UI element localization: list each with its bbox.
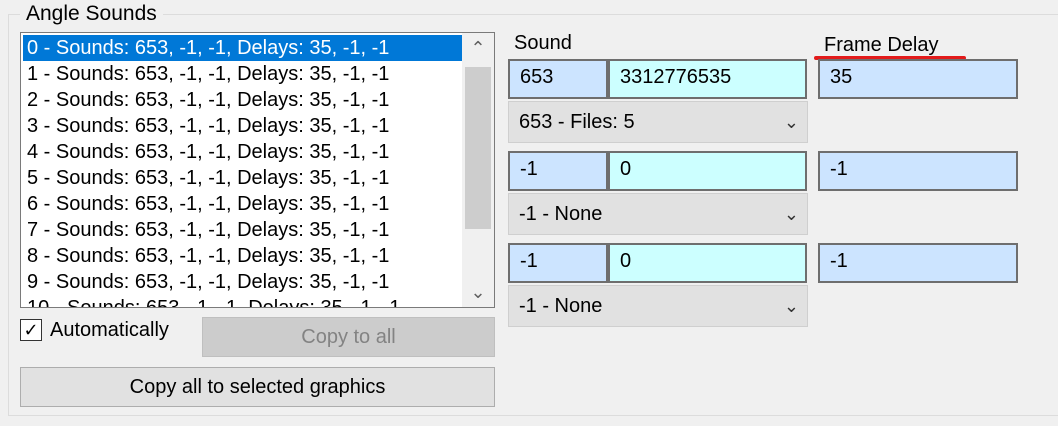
chevron-down-icon[interactable]: ⌄ xyxy=(784,286,799,326)
sound-select-1[interactable]: 653 - Files: 5 ⌄ xyxy=(508,101,808,143)
frame-delay-field-3[interactable]: -1 xyxy=(818,243,1018,283)
sound-select-3[interactable]: -1 - None ⌄ xyxy=(508,285,808,327)
automatically-label: Automatically xyxy=(50,318,169,341)
sound-select-1-value: 653 - Files: 5 xyxy=(519,111,635,133)
chevron-down-icon[interactable]: ⌄ xyxy=(462,277,494,307)
chevron-down-icon[interactable]: ⌄ xyxy=(784,194,799,234)
list-item[interactable]: 3 - Sounds: 653, -1, -1, Delays: 35, -1,… xyxy=(23,113,463,139)
copy-to-all-button[interactable]: Copy to all xyxy=(202,317,495,357)
list-item[interactable]: 5 - Sounds: 653, -1, -1, Delays: 35, -1,… xyxy=(23,165,463,191)
frame-delay-field-1[interactable]: 35 xyxy=(818,59,1018,99)
list-item[interactable]: 4 - Sounds: 653, -1, -1, Delays: 35, -1,… xyxy=(23,139,463,165)
automatically-checkbox[interactable]: ✓ xyxy=(20,319,42,341)
automatically-checkbox-row[interactable]: ✓ Automatically xyxy=(20,316,169,344)
sound-id-field-1[interactable]: 653 xyxy=(508,59,608,99)
list-item[interactable]: 1 - Sounds: 653, -1, -1, Delays: 35, -1,… xyxy=(23,61,463,87)
list-item[interactable]: 0 - Sounds: 653, -1, -1, Delays: 35, -1,… xyxy=(23,35,463,61)
scrollbar-thumb[interactable] xyxy=(465,67,491,229)
frame-delay-field-2[interactable]: -1 xyxy=(818,151,1018,191)
sound-value-field-1[interactable]: 3312776535 xyxy=(608,59,807,99)
chevron-up-icon[interactable]: ⌃ xyxy=(462,33,494,63)
copy-all-to-selected-graphics-button[interactable]: Copy all to selected graphics xyxy=(20,367,495,407)
frame-delay-header: Frame Delay xyxy=(824,34,939,56)
angle-sounds-list[interactable]: 0 - Sounds: 653, -1, -1, Delays: 35, -1,… xyxy=(20,32,495,308)
list-item[interactable]: 7 - Sounds: 653, -1, -1, Delays: 35, -1,… xyxy=(23,217,463,243)
sound-header: Sound xyxy=(514,32,572,54)
list-item[interactable]: 9 - Sounds: 653, -1, -1, Delays: 35, -1,… xyxy=(23,269,463,295)
sound-value-field-3[interactable]: 0 xyxy=(608,243,807,283)
sound-select-3-value: -1 - None xyxy=(519,295,603,317)
chevron-down-icon[interactable]: ⌄ xyxy=(784,102,799,142)
list-item[interactable]: 2 - Sounds: 653, -1, -1, Delays: 35, -1,… xyxy=(23,87,463,113)
sound-select-2-value: -1 - None xyxy=(519,203,603,225)
list-item[interactable]: 10 - Sounds: 653, -1, -1, Delays: 35, -1… xyxy=(23,295,463,307)
list-item[interactable]: 8 - Sounds: 653, -1, -1, Delays: 35, -1,… xyxy=(23,243,463,269)
list-item[interactable]: 6 - Sounds: 653, -1, -1, Delays: 35, -1,… xyxy=(23,191,463,217)
group-title: Angle Sounds xyxy=(20,2,163,26)
sound-id-field-3[interactable]: -1 xyxy=(508,243,608,283)
sound-value-field-2[interactable]: 0 xyxy=(608,151,807,191)
sound-select-2[interactable]: -1 - None ⌄ xyxy=(508,193,808,235)
list-scrollbar[interactable]: ⌃ ⌄ xyxy=(462,33,494,307)
sound-id-field-2[interactable]: -1 xyxy=(508,151,608,191)
